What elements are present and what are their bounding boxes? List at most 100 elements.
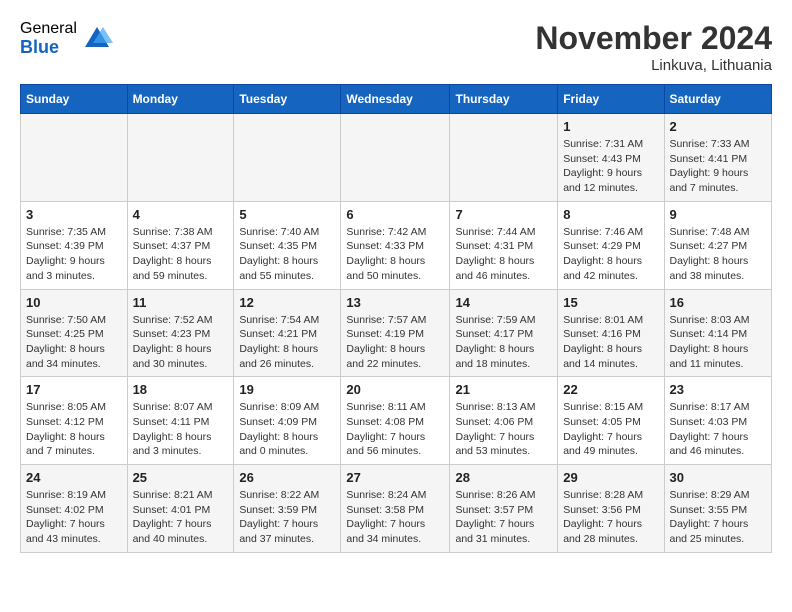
calendar: SundayMondayTuesdayWednesdayThursdayFrid… [20, 84, 772, 553]
calendar-cell: 27 Sunrise: 8:24 AM Sunset: 3:58 PM Dayli… [341, 465, 450, 553]
weekday-header-wednesday: Wednesday [341, 85, 450, 114]
day-info: Sunrise: 7:44 AM Sunset: 4:31 PM Dayligh… [455, 225, 552, 284]
weekday-header-tuesday: Tuesday [234, 85, 341, 114]
day-number: 1 [563, 119, 658, 134]
logo-icon [81, 23, 113, 55]
day-info: Sunrise: 8:15 AM Sunset: 4:05 PM Dayligh… [563, 400, 658, 459]
day-info: Sunrise: 7:33 AM Sunset: 4:41 PM Dayligh… [670, 137, 767, 196]
calendar-cell: 9 Sunrise: 7:48 AM Sunset: 4:27 PM Daylig… [664, 201, 772, 289]
calendar-cell: 1 Sunrise: 7:31 AM Sunset: 4:43 PM Daylig… [558, 114, 664, 202]
day-info: Sunrise: 7:57 AM Sunset: 4:19 PM Dayligh… [346, 313, 444, 372]
day-info: Sunrise: 8:26 AM Sunset: 3:57 PM Dayligh… [455, 488, 552, 547]
day-number: 7 [455, 207, 552, 222]
day-info: Sunrise: 7:40 AM Sunset: 4:35 PM Dayligh… [239, 225, 335, 284]
calendar-cell: 7 Sunrise: 7:44 AM Sunset: 4:31 PM Daylig… [450, 201, 558, 289]
calendar-cell: 13 Sunrise: 7:57 AM Sunset: 4:19 PM Dayli… [341, 289, 450, 377]
day-info: Sunrise: 7:31 AM Sunset: 4:43 PM Dayligh… [563, 137, 658, 196]
day-info: Sunrise: 7:46 AM Sunset: 4:29 PM Dayligh… [563, 225, 658, 284]
calendar-week-2: 3 Sunrise: 7:35 AM Sunset: 4:39 PM Daylig… [21, 201, 772, 289]
calendar-cell: 5 Sunrise: 7:40 AM Sunset: 4:35 PM Daylig… [234, 201, 341, 289]
calendar-cell: 21 Sunrise: 8:13 AM Sunset: 4:06 PM Dayli… [450, 377, 558, 465]
calendar-week-1: 1 Sunrise: 7:31 AM Sunset: 4:43 PM Daylig… [21, 114, 772, 202]
calendar-cell: 24 Sunrise: 8:19 AM Sunset: 4:02 PM Dayli… [21, 465, 128, 553]
day-info: Sunrise: 8:05 AM Sunset: 4:12 PM Dayligh… [26, 400, 122, 459]
day-info: Sunrise: 7:48 AM Sunset: 4:27 PM Dayligh… [670, 225, 767, 284]
day-number: 25 [133, 470, 229, 485]
day-info: Sunrise: 8:17 AM Sunset: 4:03 PM Dayligh… [670, 400, 767, 459]
day-info: Sunrise: 8:07 AM Sunset: 4:11 PM Dayligh… [133, 400, 229, 459]
day-info: Sunrise: 8:28 AM Sunset: 3:56 PM Dayligh… [563, 488, 658, 547]
calendar-cell [21, 114, 128, 202]
weekday-header-sunday: Sunday [21, 85, 128, 114]
day-number: 21 [455, 382, 552, 397]
day-number: 14 [455, 295, 552, 310]
day-info: Sunrise: 8:13 AM Sunset: 4:06 PM Dayligh… [455, 400, 552, 459]
day-info: Sunrise: 8:21 AM Sunset: 4:01 PM Dayligh… [133, 488, 229, 547]
calendar-cell: 20 Sunrise: 8:11 AM Sunset: 4:08 PM Dayli… [341, 377, 450, 465]
weekday-header-monday: Monday [127, 85, 234, 114]
day-number: 13 [346, 295, 444, 310]
day-number: 9 [670, 207, 767, 222]
title-block: November 2024 Linkuva, Lithuania [535, 20, 772, 74]
calendar-cell: 18 Sunrise: 8:07 AM Sunset: 4:11 PM Dayli… [127, 377, 234, 465]
calendar-cell: 26Sunrise: 8:22 AM Sunset: 3:59 PM Dayli… [234, 465, 341, 553]
calendar-cell [341, 114, 450, 202]
day-info: Sunrise: 7:35 AM Sunset: 4:39 PM Dayligh… [26, 225, 122, 284]
calendar-body: 1 Sunrise: 7:31 AM Sunset: 4:43 PM Daylig… [21, 114, 772, 553]
calendar-cell: 17 Sunrise: 8:05 AM Sunset: 4:12 PM Dayli… [21, 377, 128, 465]
calendar-cell: 8 Sunrise: 7:46 AM Sunset: 4:29 PM Daylig… [558, 201, 664, 289]
day-info: Sunrise: 8:11 AM Sunset: 4:08 PM Dayligh… [346, 400, 444, 459]
day-number: 27 [346, 470, 444, 485]
day-number: 23 [670, 382, 767, 397]
day-info: Sunrise: 7:54 AM Sunset: 4:21 PM Dayligh… [239, 313, 335, 372]
day-number: 22 [563, 382, 658, 397]
calendar-cell: 6Sunrise: 7:42 AM Sunset: 4:33 PM Daylig… [341, 201, 450, 289]
day-info: Sunrise: 8:19 AM Sunset: 4:02 PM Dayligh… [26, 488, 122, 547]
calendar-cell: 30Sunrise: 8:29 AM Sunset: 3:55 PM Dayli… [664, 465, 772, 553]
calendar-cell: 22 Sunrise: 8:15 AM Sunset: 4:05 PM Dayli… [558, 377, 664, 465]
day-number: 4 [133, 207, 229, 222]
weekday-header-friday: Friday [558, 85, 664, 114]
day-number: 6 [346, 207, 444, 222]
calendar-week-4: 17 Sunrise: 8:05 AM Sunset: 4:12 PM Dayli… [21, 377, 772, 465]
logo: General Blue [20, 20, 113, 57]
calendar-cell: 3 Sunrise: 7:35 AM Sunset: 4:39 PM Daylig… [21, 201, 128, 289]
day-number: 15 [563, 295, 658, 310]
weekday-header-row: SundayMondayTuesdayWednesdayThursdayFrid… [21, 85, 772, 114]
calendar-cell: 25 Sunrise: 8:21 AM Sunset: 4:01 PM Dayli… [127, 465, 234, 553]
calendar-week-3: 10 Sunrise: 7:50 AM Sunset: 4:25 PM Dayli… [21, 289, 772, 377]
calendar-cell [450, 114, 558, 202]
day-info: Sunrise: 8:09 AM Sunset: 4:09 PM Dayligh… [239, 400, 335, 459]
day-number: 17 [26, 382, 122, 397]
calendar-cell: 29Sunrise: 8:28 AM Sunset: 3:56 PM Dayli… [558, 465, 664, 553]
day-info: Sunrise: 7:38 AM Sunset: 4:37 PM Dayligh… [133, 225, 229, 284]
day-number: 18 [133, 382, 229, 397]
weekday-header-thursday: Thursday [450, 85, 558, 114]
weekday-header-saturday: Saturday [664, 85, 772, 114]
day-number: 5 [239, 207, 335, 222]
day-number: 24 [26, 470, 122, 485]
logo-blue: Blue [20, 38, 77, 58]
day-info: Sunrise: 8:01 AM Sunset: 4:16 PM Dayligh… [563, 313, 658, 372]
month-title: November 2024 [535, 20, 772, 57]
calendar-cell: 28Sunrise: 8:26 AM Sunset: 3:57 PM Dayli… [450, 465, 558, 553]
day-number: 10 [26, 295, 122, 310]
day-number: 16 [670, 295, 767, 310]
day-number: 8 [563, 207, 658, 222]
day-number: 20 [346, 382, 444, 397]
day-number: 3 [26, 207, 122, 222]
logo-general: General [20, 20, 77, 38]
day-info: Sunrise: 8:24 AM Sunset: 3:58 PM Dayligh… [346, 488, 444, 547]
calendar-cell [234, 114, 341, 202]
page-header: General Blue November 2024 Linkuva, Lith… [20, 20, 772, 74]
day-info: Sunrise: 8:03 AM Sunset: 4:14 PM Dayligh… [670, 313, 767, 372]
day-number: 19 [239, 382, 335, 397]
day-number: 11 [133, 295, 229, 310]
calendar-cell: 19 Sunrise: 8:09 AM Sunset: 4:09 PM Dayli… [234, 377, 341, 465]
day-info: Sunrise: 7:59 AM Sunset: 4:17 PM Dayligh… [455, 313, 552, 372]
day-info: Sunrise: 8:29 AM Sunset: 3:55 PM Dayligh… [670, 488, 767, 547]
calendar-header: SundayMondayTuesdayWednesdayThursdayFrid… [21, 85, 772, 114]
day-number: 12 [239, 295, 335, 310]
day-number: 26 [239, 470, 335, 485]
day-info: Sunrise: 7:50 AM Sunset: 4:25 PM Dayligh… [26, 313, 122, 372]
